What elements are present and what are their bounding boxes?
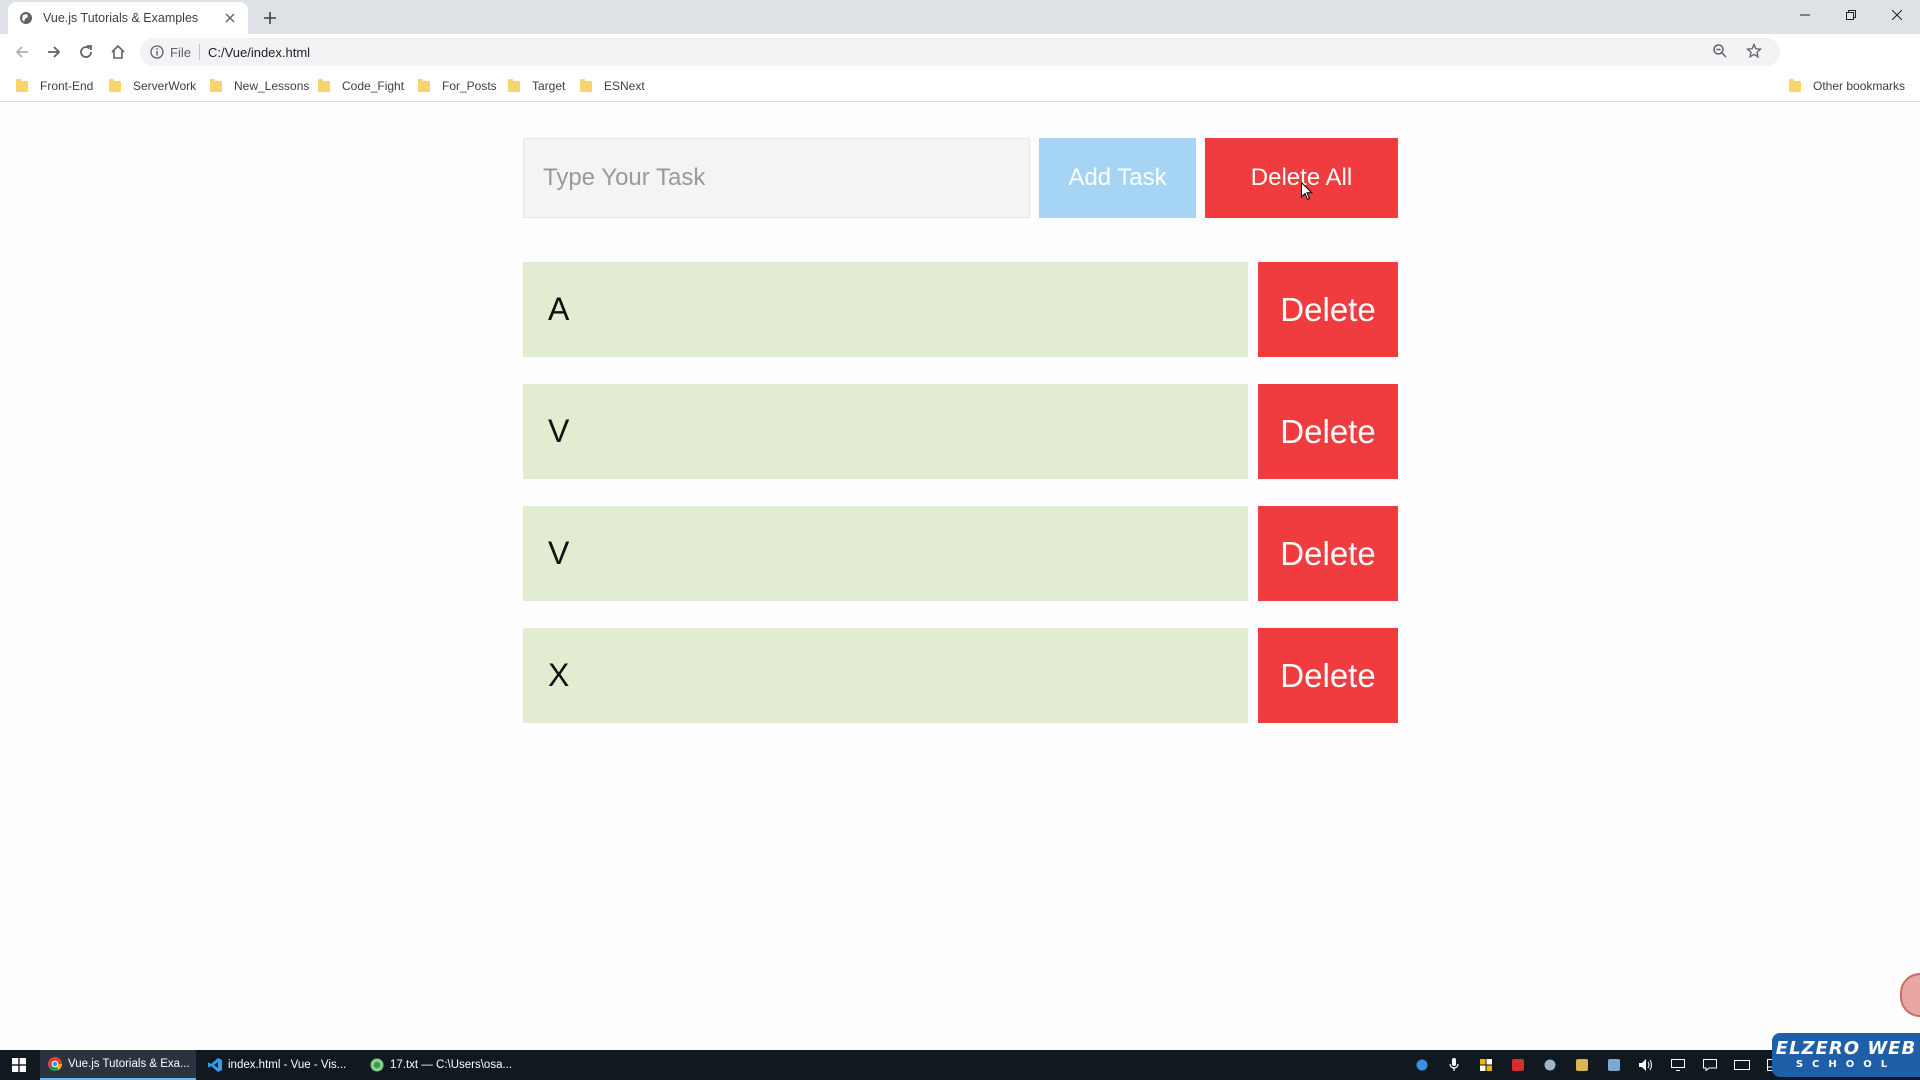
restore-icon[interactable]: [1828, 0, 1874, 30]
mouse-cursor-icon: [1301, 182, 1313, 201]
bookmark-star-icon[interactable]: [1745, 42, 1764, 61]
task-input[interactable]: [523, 138, 1030, 218]
app-tray-icon[interactable]: [1573, 1056, 1591, 1074]
task-row: A Delete: [523, 262, 1398, 357]
bookmark-code-fight[interactable]: Code_Fight: [318, 76, 404, 96]
bookmark-serverwork[interactable]: ServerWork: [109, 76, 196, 96]
task-text: V: [523, 384, 1248, 479]
taskbar-item-vscode[interactable]: index.html - Vue - Vis...: [200, 1050, 356, 1080]
chrome-icon: [48, 1057, 62, 1071]
network-tool-icon[interactable]: [1605, 1056, 1623, 1074]
info-icon[interactable]: [150, 45, 164, 59]
notepad-icon: [370, 1058, 384, 1072]
task-row: X Delete: [523, 628, 1398, 723]
bookmark-front-end[interactable]: Front-End: [16, 76, 93, 96]
task-text: X: [523, 628, 1248, 723]
task-text: V: [523, 506, 1248, 601]
close-window-icon[interactable]: [1874, 0, 1920, 30]
scheme-label: File: [170, 44, 191, 60]
delete-task-button[interactable]: Delete: [1258, 628, 1398, 723]
home-icon[interactable]: [104, 38, 132, 66]
shield-icon[interactable]: [1477, 1056, 1495, 1074]
folder-icon: [580, 78, 592, 92]
new-tab-button[interactable]: [258, 6, 282, 30]
taskbar: Vue.js Tutorials & Exa... index.html - V…: [0, 1050, 1920, 1080]
floating-widget[interactable]: [1900, 973, 1920, 1017]
forward-icon[interactable]: [40, 38, 68, 66]
taskbar-item-chrome[interactable]: Vue.js Tutorials & Exa...: [40, 1050, 196, 1080]
tab-title: Vue.js Tutorials & Examples: [43, 11, 199, 25]
help-icon[interactable]: [1413, 1056, 1431, 1074]
window-controls: [1782, 0, 1920, 30]
delete-task-button[interactable]: Delete: [1258, 384, 1398, 479]
folder-icon: [318, 78, 330, 92]
taskbar-item-notepad[interactable]: 17.txt — C:\Users\osa...: [362, 1050, 518, 1080]
task-row: V Delete: [523, 506, 1398, 601]
address-bar[interactable]: File C:/Vue/index.html: [140, 38, 1780, 66]
url-text[interactable]: C:/Vue/index.html: [208, 45, 310, 60]
browser-toolbar: File C:/Vue/index.html: [0, 34, 1920, 96]
keyboard-icon[interactable]: [1733, 1056, 1751, 1074]
system-tray: [1406, 1050, 1790, 1080]
elzero-web-school-logo: ELZERO WEB SCHOOL: [1772, 1033, 1920, 1077]
delete-task-button[interactable]: Delete: [1258, 262, 1398, 357]
task-text: A: [523, 262, 1248, 357]
steam-icon[interactable]: [1541, 1056, 1559, 1074]
folder-icon: [418, 78, 430, 92]
delete-task-button[interactable]: Delete: [1258, 506, 1398, 601]
folder-icon: [109, 78, 121, 92]
back-icon[interactable]: [8, 38, 36, 66]
antivirus-icon[interactable]: [1509, 1056, 1527, 1074]
delete-all-button[interactable]: Delete All: [1205, 138, 1398, 218]
folder-icon: [210, 78, 222, 92]
bookmarks-bar: Front-End ServerWork New_Lessons Code_Fi…: [0, 70, 1920, 102]
browser-tab[interactable]: Vue.js Tutorials & Examples: [8, 2, 248, 34]
bookmark-new-lessons[interactable]: New_Lessons: [210, 76, 309, 96]
bookmark-esnext[interactable]: ESNext: [580, 76, 645, 96]
folder-icon: [1789, 78, 1801, 92]
page-viewport: Add Task Delete All A Delete V Delete V …: [0, 103, 1920, 1050]
bookmark-target[interactable]: Target: [508, 76, 565, 96]
network-icon[interactable]: [1669, 1056, 1687, 1074]
add-task-button[interactable]: Add Task: [1039, 138, 1196, 218]
folder-icon: [508, 78, 520, 92]
bookmark-for-posts[interactable]: For_Posts: [418, 76, 497, 96]
action-center-icon[interactable]: [1701, 1056, 1719, 1074]
vscode-icon: [208, 1058, 222, 1072]
minimize-icon[interactable]: [1782, 0, 1828, 30]
browser-tabstrip: Vue.js Tutorials & Examples: [0, 0, 1920, 34]
microphone-icon[interactable]: [1445, 1056, 1463, 1074]
bookmark-other[interactable]: Other bookmarks: [1789, 76, 1905, 96]
globe-icon: [18, 10, 34, 26]
reload-icon[interactable]: [72, 38, 100, 66]
close-tab-icon[interactable]: [222, 10, 238, 26]
task-row: V Delete: [523, 384, 1398, 479]
zoom-icon[interactable]: [1712, 43, 1730, 61]
omnibox-divider: [198, 44, 200, 60]
windows-start-icon[interactable]: [0, 1050, 38, 1080]
volume-icon[interactable]: [1637, 1056, 1655, 1074]
folder-icon: [16, 78, 28, 92]
